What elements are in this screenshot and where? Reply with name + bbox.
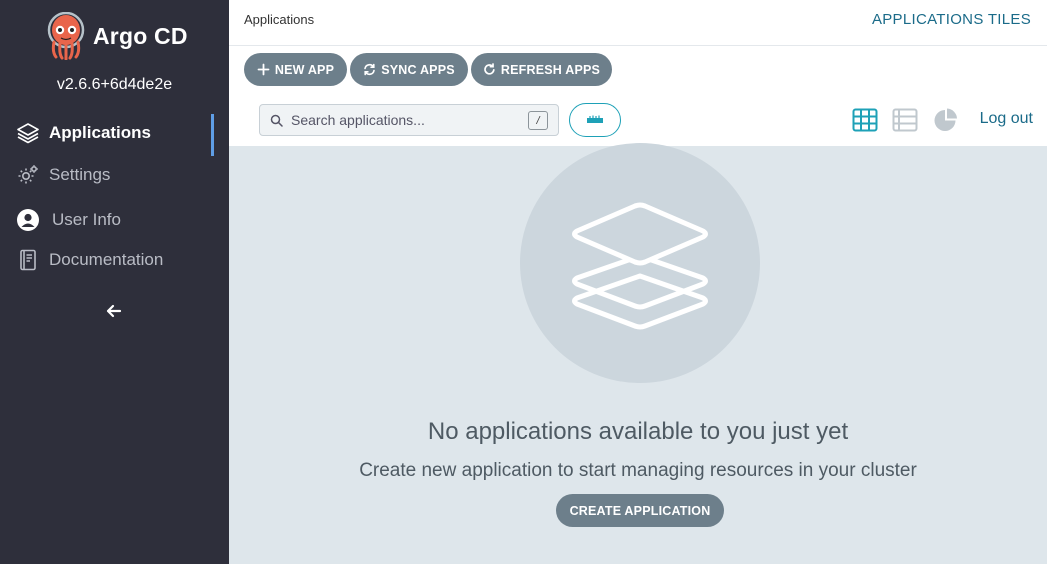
top-header: Applications APPLICATIONS TILES: [229, 0, 1047, 46]
empty-state-subtitle: Create new application to start managing…: [359, 460, 917, 481]
sidebar-item-label: Settings: [49, 165, 111, 184]
toolbar: NEW APP SYNC APPS REFRESH APPS / Log out: [229, 46, 1047, 146]
argo-logo-icon: [47, 12, 85, 60]
refresh-apps-button[interactable]: REFRESH APPS: [471, 53, 612, 86]
tiles-view-icon[interactable]: [852, 107, 878, 133]
sidebar-item-documentation[interactable]: Documentation: [0, 239, 229, 281]
user-circle-icon: [15, 207, 41, 233]
sidebar-item-user-info[interactable]: User Info: [0, 199, 229, 241]
refresh-apps-label: REFRESH APPS: [500, 62, 601, 77]
layers-icon: [572, 202, 708, 330]
arrow-left-icon[interactable]: [103, 300, 125, 322]
page-title: APPLICATIONS TILES: [871, 11, 1031, 28]
sidebar-item-label: User Info: [52, 210, 121, 229]
pie-chart-view-icon[interactable]: [933, 107, 959, 133]
gears-icon: [15, 162, 41, 188]
empty-state-title: No applications available to you just ye…: [427, 418, 849, 445]
empty-state-illustration: [520, 143, 760, 383]
brand-name: Argo CD: [93, 22, 188, 49]
sync-icon: [364, 63, 376, 76]
sidebar-item-settings[interactable]: Settings: [0, 154, 229, 196]
search-shortcut-key: /: [528, 111, 548, 130]
sidebar-nav: Applications Settings User Info Document…: [0, 112, 229, 281]
sidebar-item-label: Applications: [49, 123, 152, 142]
sidebar-item-label: Documentation: [49, 250, 164, 269]
new-app-button[interactable]: NEW APP: [244, 53, 347, 86]
create-application-button[interactable]: CREATE APPLICATION: [556, 494, 724, 527]
sidebar: Argo CD v2.6.6+6d4de2e Applications Sett…: [0, 0, 229, 564]
layers-icon: [15, 120, 41, 146]
version-label: v2.6.6+6d4de2e: [56, 76, 173, 93]
ruler-icon: [587, 115, 603, 123]
book-icon: [15, 247, 41, 273]
search-icon: [270, 114, 283, 127]
plus-icon: [257, 63, 270, 76]
list-view-icon[interactable]: [892, 107, 918, 133]
refresh-icon: [484, 63, 495, 75]
new-app-label: NEW APP: [274, 62, 335, 77]
brand[interactable]: Argo CD: [46, 12, 188, 60]
search-input[interactable]: [291, 112, 511, 128]
search-box: /: [259, 104, 559, 136]
sync-apps-label: SYNC APPS: [381, 62, 455, 77]
filter-toggle-button[interactable]: [569, 103, 621, 137]
sidebar-item-applications[interactable]: Applications: [0, 112, 229, 156]
breadcrumb[interactable]: Applications: [244, 12, 314, 27]
sync-apps-button[interactable]: SYNC APPS: [350, 53, 468, 86]
logout-link[interactable]: Log out: [980, 110, 1033, 128]
